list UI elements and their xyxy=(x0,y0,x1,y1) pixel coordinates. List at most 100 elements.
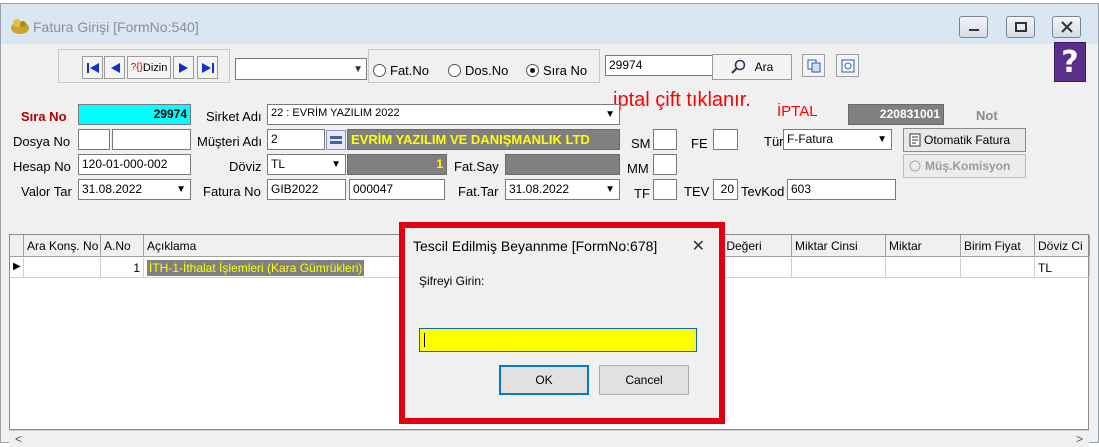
radio-label: Sıra No xyxy=(543,63,588,78)
otomatik-fatura-label: Otomatik Fatura xyxy=(924,133,1011,147)
musteri-lookup-button[interactable] xyxy=(326,130,346,150)
iptal-label: İPTAL xyxy=(777,103,818,120)
document-icon xyxy=(909,133,921,147)
scroll-right-icon[interactable]: > xyxy=(1076,432,1083,446)
sira-no-label: Sıra No xyxy=(21,109,67,124)
fatura-no-label: Fatura No xyxy=(203,184,261,199)
search-button[interactable]: Ara xyxy=(712,54,792,80)
preview-button[interactable] xyxy=(836,54,859,77)
col-doviz-cinsi[interactable]: Döviz Ci xyxy=(1035,235,1090,257)
text-caret xyxy=(424,333,425,347)
radio-label: Dos.No xyxy=(465,63,509,78)
filter-combo[interactable]: ▼ xyxy=(235,58,367,80)
annotation-note: iptal çift tıklanır. xyxy=(613,89,751,111)
preview-icon xyxy=(841,59,854,72)
maximize-icon xyxy=(1014,22,1027,32)
valor-value: 31.08.2022 xyxy=(82,182,143,196)
doviz-select[interactable]: TL ▼ xyxy=(267,154,346,175)
tevkod-field[interactable]: 603 xyxy=(787,179,896,200)
radio-fat-no[interactable]: Fat.No xyxy=(373,63,429,78)
musteri-name-field[interactable]: EVRİM YAZILIM VE DANIŞMANLIK LTD xyxy=(347,129,620,150)
musteri-code-field[interactable]: 2 xyxy=(267,129,325,150)
minimize-button[interactable] xyxy=(959,16,988,38)
radio-dot xyxy=(526,64,539,77)
dizin-button[interactable]: ?{} Dizin xyxy=(127,56,171,79)
mus-komisyon-label: Müş.Komisyon xyxy=(925,159,1011,173)
dosya-no-field-2[interactable] xyxy=(112,129,191,150)
radio-dos-no[interactable]: Dos.No xyxy=(448,63,508,78)
cell-birim-fiyat[interactable] xyxy=(961,258,1035,278)
fe-field[interactable] xyxy=(713,129,738,150)
next-record-button[interactable] xyxy=(173,56,194,79)
otomatik-fatura-button[interactable]: Otomatik Fatura xyxy=(903,128,1026,152)
fatura-seri-field[interactable]: GIB2022 xyxy=(267,179,346,200)
cell-ara-kons[interactable] xyxy=(24,258,101,278)
dialog-close-icon[interactable]: ✕ xyxy=(692,236,705,256)
close-icon xyxy=(1060,21,1073,33)
sirket-value: 22 : EVRİM YAZILIM 2022 xyxy=(271,107,400,119)
search-button-label: Ara xyxy=(754,60,774,74)
sm-label: SM xyxy=(631,136,651,151)
tur-select[interactable]: F-Fatura ▼ xyxy=(783,129,892,150)
ok-button[interactable]: OK xyxy=(499,365,589,395)
toolbar: ?{} Dizin ▼ Fat.No Dos.No Sıra No 29974 A… xyxy=(4,46,1044,84)
tevkod-label: TevKod xyxy=(741,184,785,199)
col-miktar-cinsi[interactable]: Miktar Cinsi xyxy=(792,235,886,257)
tf-field[interactable] xyxy=(653,179,677,200)
mus-komisyon-button[interactable]: Müş.Komisyon xyxy=(903,154,1026,178)
radio-dot xyxy=(373,64,386,77)
help-button[interactable]: ? xyxy=(1054,42,1086,82)
first-icon xyxy=(86,62,99,73)
cell-miktar[interactable] xyxy=(886,258,961,278)
cancel-button[interactable]: Cancel xyxy=(599,365,689,395)
col-miktar[interactable]: Miktar xyxy=(886,235,961,257)
kur-field[interactable]: 1 xyxy=(347,154,447,175)
tev-field[interactable]: 20 xyxy=(713,179,738,200)
first-record-button[interactable] xyxy=(82,56,103,79)
iptal-field[interactable]: 220831001 xyxy=(848,104,944,125)
chevron-down-icon: ▼ xyxy=(353,64,363,75)
radio-sira-no[interactable]: Sıra No xyxy=(526,63,587,78)
col-a-no[interactable]: A.No xyxy=(101,235,144,257)
dosya-no-field-1[interactable] xyxy=(78,129,110,150)
fatura-no-field[interactable]: 000047 xyxy=(349,179,445,200)
col-ara-kons[interactable]: Ara Konş. No xyxy=(24,235,101,257)
search-input[interactable]: 29974 xyxy=(605,55,713,76)
hesap-no-field[interactable]: 120-01-000-002 xyxy=(78,154,191,175)
last-icon xyxy=(201,62,214,73)
fat-say-field[interactable] xyxy=(505,154,620,175)
sira-no-field[interactable]: 29974 xyxy=(78,104,191,125)
cell-miktar-cinsi[interactable] xyxy=(792,258,886,278)
fat-tar-value: 31.08.2022 xyxy=(509,182,570,196)
radio-dot xyxy=(448,64,461,77)
password-input[interactable] xyxy=(419,328,697,352)
valor-date-field[interactable]: 31.08.2022 ▼ xyxy=(78,179,191,200)
copy-icon xyxy=(807,59,820,72)
cell-a-no[interactable]: 1 xyxy=(101,258,144,278)
close-button[interactable] xyxy=(1052,16,1081,38)
cell-aciklama-text: İTH-1-İthalat İşlemleri (Kara Gümrükleri… xyxy=(147,260,365,276)
title-bar: Fatura Girişi [FormNo:540] xyxy=(1,4,1098,44)
copy-button[interactable] xyxy=(802,54,825,77)
fat-tar-date-field[interactable]: 31.08.2022 ▼ xyxy=(505,179,620,200)
last-record-button[interactable] xyxy=(197,56,218,79)
valor-label: Valor Tar xyxy=(21,184,72,199)
tev-label: TEV xyxy=(684,184,710,199)
horizontal-scrollbar[interactable]: < > xyxy=(9,430,1089,447)
scroll-left-icon[interactable]: < xyxy=(15,432,22,446)
prev-record-button[interactable] xyxy=(104,56,125,79)
password-dialog: Tescil Edilmiş Beyannme [FormNo:678] ✕ Ş… xyxy=(399,222,725,424)
cell-doviz-cinsi[interactable]: TL xyxy=(1035,258,1090,278)
dialog-title: Tescil Edilmiş Beyannme [FormNo:678] xyxy=(413,238,658,254)
fe-label: FE xyxy=(691,136,708,151)
sm-field[interactable] xyxy=(653,129,677,150)
chevron-down-icon: ▼ xyxy=(605,109,615,120)
tur-value: F-Fatura xyxy=(787,132,834,146)
chevron-down-icon: ▼ xyxy=(176,184,186,195)
commission-icon xyxy=(909,160,921,172)
sirket-select[interactable]: 22 : EVRİM YAZILIM 2022 ▼ xyxy=(267,104,620,125)
mm-field[interactable] xyxy=(653,154,677,175)
help-label: ? xyxy=(1061,44,1079,80)
col-birim-fiyat[interactable]: Birim Fiyat xyxy=(961,235,1035,257)
maximize-button[interactable] xyxy=(1006,16,1035,38)
